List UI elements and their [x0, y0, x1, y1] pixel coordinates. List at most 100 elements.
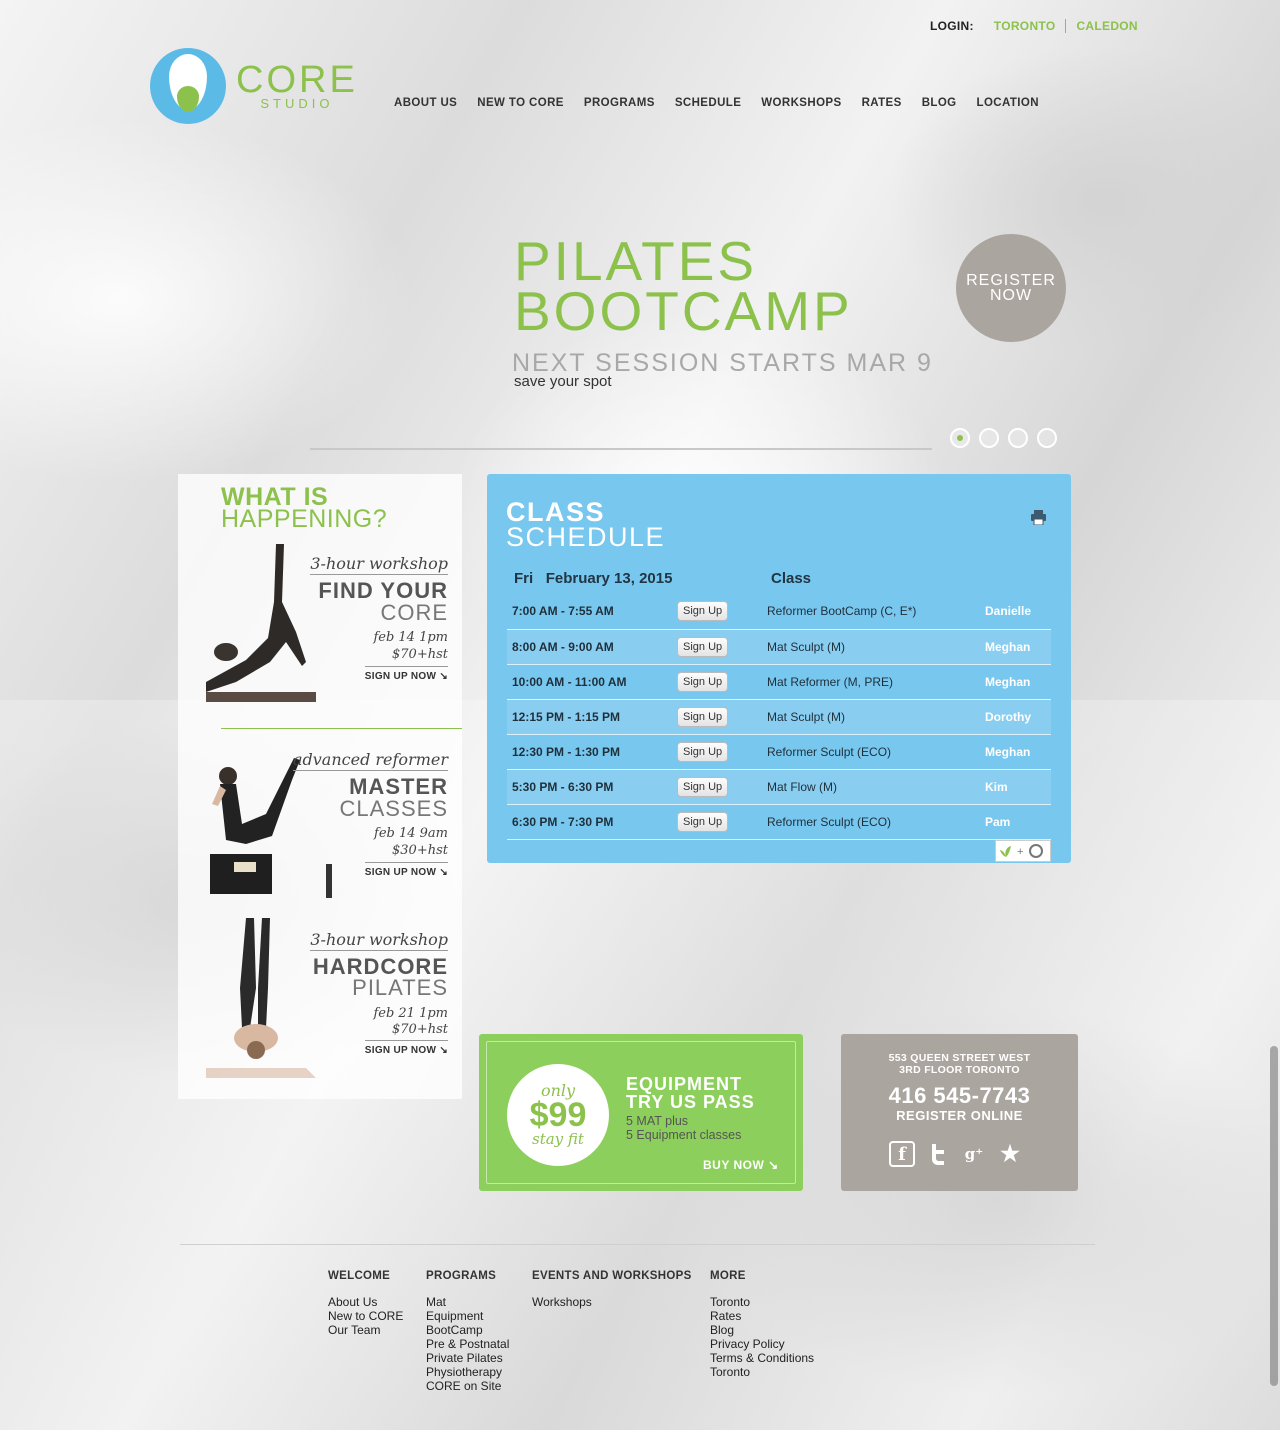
schedule-table: 7:00 AM - 7:55 AM Sign Up Reformer BootC… — [507, 594, 1051, 840]
footer-link-new-to-core[interactable]: New to CORE — [328, 1309, 403, 1323]
logo-studio-text: STUDIO — [260, 95, 334, 111]
footer-link-equipment[interactable]: Equipment — [426, 1309, 509, 1323]
event-signup-link[interactable]: SIGN UP NOW ↘ — [364, 1040, 448, 1056]
footer-heading: WELCOME — [328, 1270, 391, 1282]
class-schedule-widget: CLASS SCHEDULE Fri February 13, 2015 Cla… — [487, 474, 1071, 863]
slider-dots — [950, 428, 1057, 448]
footer-link-blog[interactable]: Blog — [710, 1323, 814, 1337]
page-scrollbar[interactable] — [1270, 1046, 1278, 1386]
price-stay-fit-label: stay fit — [532, 1130, 584, 1148]
event-card-master-classes[interactable]: advanced reformer MASTER CLASSES feb 14 … — [206, 744, 462, 899]
instructor-name[interactable]: Meghan — [985, 629, 1051, 664]
class-name[interactable]: Mat Reformer (M, PRE) — [767, 664, 985, 699]
footer-link-workshops[interactable]: Workshops — [532, 1295, 692, 1309]
nav-rates[interactable]: RATES — [862, 97, 902, 109]
class-name[interactable]: Mat Sculpt (M) — [767, 629, 985, 664]
instructor-name[interactable]: Kim — [985, 769, 1051, 804]
footer-link-about-us[interactable]: About Us — [328, 1295, 403, 1309]
event-name-line2: CLASSES — [339, 796, 448, 821]
class-time: 5:30 PM - 6:30 PM — [512, 779, 614, 794]
class-name[interactable]: Reformer Sculpt (ECO) — [767, 804, 985, 839]
twitter-icon[interactable] — [925, 1141, 951, 1167]
google-plus-icon[interactable]: g⁺ — [961, 1141, 987, 1167]
footer-heading: PROGRAMS — [426, 1270, 497, 1282]
nav-location[interactable]: LOCATION — [977, 97, 1039, 109]
nav-programs[interactable]: PROGRAMS — [584, 97, 655, 109]
slide-dot-1[interactable] — [950, 428, 970, 448]
footer-link-rates[interactable]: Rates — [710, 1309, 814, 1323]
nav-workshops[interactable]: WORKSHOPS — [761, 97, 841, 109]
event-card-find-your-core[interactable]: 3-hour workshop FIND YOUR CORE feb 14 1p… — [206, 542, 462, 702]
nav-new-to-core[interactable]: NEW TO CORE — [477, 97, 564, 109]
footer-link-our-team[interactable]: Our Team — [328, 1323, 403, 1337]
register-online-link[interactable]: REGISTER ONLINE — [841, 1108, 1078, 1123]
register-now-button[interactable]: REGISTER NOW — [956, 234, 1066, 342]
core-studio-logo[interactable]: CORE STUDIO — [150, 48, 358, 124]
table-row: 5:30 PM - 6:30 PM Sign Up Mat Flow (M) K… — [507, 769, 1051, 804]
hardcore-pose-image — [206, 918, 316, 1078]
footer-link-bootcamp[interactable]: BootCamp — [426, 1323, 509, 1337]
event-card-hardcore-pilates[interactable]: 3-hour workshop HARDCORE PILATES feb 21 … — [206, 918, 462, 1078]
event-name-line2: CORE — [380, 600, 448, 625]
instructor-name[interactable]: Meghan — [985, 734, 1051, 769]
register-label: REGISTER — [966, 272, 1056, 289]
phone-number[interactable]: 416 545-7743 — [841, 1083, 1078, 1109]
schedule-day: Fri — [514, 570, 534, 587]
footer-link-physiotherapy[interactable]: Physiotherapy — [426, 1365, 509, 1379]
instructor-name[interactable]: Dorothy — [985, 699, 1051, 734]
sign-up-button[interactable]: Sign Up — [677, 811, 729, 832]
class-name[interactable]: Reformer BootCamp (C, E*) — [767, 594, 985, 629]
slide-dot-4[interactable] — [1037, 428, 1057, 448]
footer-link-privacy-policy[interactable]: Privacy Policy — [710, 1337, 814, 1351]
class-time: 7:00 AM - 7:55 AM — [512, 604, 614, 619]
table-row: 12:30 PM - 1:30 PM Sign Up Reformer Scul… — [507, 734, 1051, 769]
nav-blog[interactable]: BLOG — [922, 97, 957, 109]
sign-up-button[interactable]: Sign Up — [677, 741, 729, 762]
facebook-icon[interactable]: f — [889, 1141, 915, 1167]
price-amount: $99 — [529, 1096, 587, 1134]
nav-schedule[interactable]: SCHEDULE — [675, 97, 741, 109]
footer-link-core-on-site[interactable]: CORE on Site — [426, 1379, 509, 1393]
star-icon[interactable]: ★ — [997, 1141, 1023, 1167]
sign-up-button[interactable]: Sign Up — [677, 706, 729, 727]
class-name[interactable]: Mat Sculpt (M) — [767, 699, 985, 734]
footer-link-toronto[interactable]: Toronto — [710, 1295, 814, 1309]
footer-link-pre-postnatal[interactable]: Pre & Postnatal — [426, 1337, 509, 1351]
footer-link-terms[interactable]: Terms & Conditions — [710, 1351, 814, 1365]
slide-dot-3[interactable] — [1008, 428, 1028, 448]
event-signup-link[interactable]: SIGN UP NOW ↘ — [364, 862, 448, 878]
buy-now-link[interactable]: BUY NOW ↘ — [703, 1158, 779, 1172]
try-us-pass-title: TRY US PASS — [626, 1092, 755, 1112]
footer-col-programs: PROGRAMS Mat Equipment BootCamp Pre & Po… — [426, 1270, 509, 1393]
logo-core-text: CORE — [236, 58, 358, 101]
instructor-name[interactable]: Danielle — [985, 594, 1051, 629]
class-name[interactable]: Reformer Sculpt (ECO) — [767, 734, 985, 769]
schedule-title: CLASS SCHEDULE — [506, 499, 665, 551]
sign-up-button[interactable]: Sign Up — [677, 636, 729, 657]
equipment-detail-1: 5 MAT plus — [626, 1114, 689, 1128]
class-name[interactable]: Mat Flow (M) — [767, 769, 985, 804]
event-kicker: advanced reformer — [292, 750, 448, 771]
footer-link-mat[interactable]: Mat — [426, 1295, 509, 1309]
instructor-name[interactable]: Meghan — [985, 664, 1051, 699]
print-icon[interactable] — [1031, 510, 1046, 525]
sign-up-button[interactable]: Sign Up — [677, 671, 729, 692]
footer-link-private-pilates[interactable]: Private Pilates — [426, 1351, 509, 1365]
mindbody-badge-icon[interactable]: + — [995, 840, 1051, 862]
sign-up-button[interactable]: Sign Up — [677, 601, 729, 622]
instructor-name[interactable]: Pam — [985, 804, 1051, 839]
equipment-pass-promo[interactable]: only $99 stay fit EQUIPMENT TRY US PASS … — [479, 1034, 803, 1191]
event-signup-link[interactable]: SIGN UP NOW ↘ — [364, 666, 448, 682]
equipment-title: EQUIPMENT — [626, 1074, 743, 1094]
nav-about-us[interactable]: ABOUT US — [394, 97, 457, 109]
event-date: feb 21 1pm — [373, 1006, 448, 1021]
login-toronto-link[interactable]: TORONTO — [994, 19, 1056, 33]
login-caledon-link[interactable]: CALEDON — [1076, 19, 1137, 33]
event-price: $70+hst — [392, 1022, 448, 1037]
slide-dot-2[interactable] — [979, 428, 999, 448]
schedule-date-header: Fri February 13, 2015 — [514, 570, 672, 587]
table-row: 8:00 AM - 9:00 AM Sign Up Mat Sculpt (M)… — [507, 629, 1051, 664]
event-price: $30+hst — [392, 843, 448, 858]
sign-up-button[interactable]: Sign Up — [677, 776, 729, 797]
footer-link-toronto-2[interactable]: Toronto — [710, 1365, 814, 1379]
